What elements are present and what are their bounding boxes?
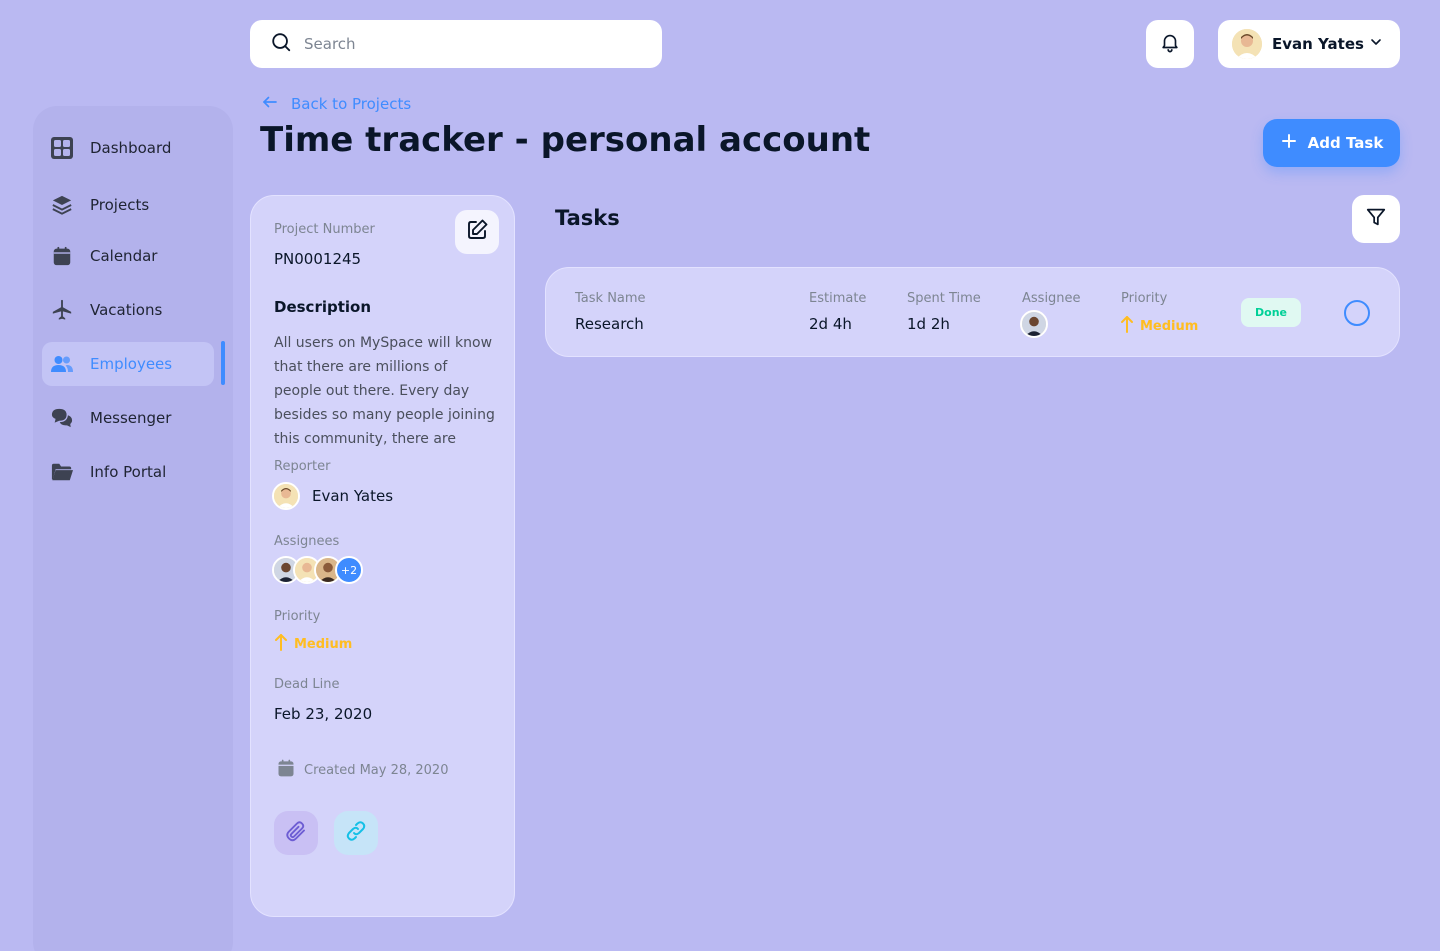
task-priority-text: Medium [1140,318,1199,334]
search-icon [270,31,292,57]
created-text: Created May 28, 2020 [304,762,449,778]
bell-icon [1159,31,1181,57]
notifications-button[interactable] [1146,20,1194,68]
reporter-label: Reporter [274,459,331,474]
sidebar-item-calendar[interactable]: Calendar [42,234,214,278]
priority-header: Priority [1121,291,1168,306]
arrow-up-icon [274,633,288,655]
reporter: Evan Yates [272,482,393,510]
calendar-icon [50,244,74,268]
assignees-more-badge[interactable]: +2 [335,556,363,584]
page-title: Time tracker - personal account [260,120,871,160]
tasks-title: Tasks [555,206,620,230]
search-bar[interactable] [250,20,662,68]
reporter-avatar [272,482,300,510]
edit-icon [465,218,489,246]
sidebar-item-dashboard[interactable]: Dashboard [42,126,214,170]
add-task-label: Add Task [1307,134,1384,152]
filter-icon [1365,206,1387,232]
estimate-value: 2d 4h [809,315,852,333]
description-text: All users on MySpace will know that ther… [274,335,495,447]
task-priority: Medium [1120,315,1198,337]
deadline-label: Dead Line [274,677,340,692]
task-name: Research [575,315,644,333]
airplane-icon [50,298,74,322]
link-icon [344,819,368,847]
task-complete-toggle[interactable] [1344,300,1370,326]
sidebar-item-employees[interactable]: Employees [42,342,214,386]
add-link-button[interactable] [334,811,378,855]
project-number-label: Project Number [274,222,375,237]
sidebar-item-label: Dashboard [90,139,172,157]
calendar-icon [276,758,296,782]
sidebar-item-info-portal[interactable]: Info Portal [42,450,214,494]
sidebar: Dashboard Projects Calendar Vacations Em… [33,106,233,951]
description-title: Description [274,298,372,316]
assignees-avatars: +2 [272,556,372,584]
users-icon [50,352,74,376]
back-link-label: Back to Projects [291,95,412,113]
sidebar-item-label: Calendar [90,247,158,265]
sidebar-item-label: Projects [90,196,150,214]
task-assignee-avatar [1020,310,1048,338]
spent-time-value: 1d 2h [907,315,950,333]
sidebar-item-label: Messenger [90,409,172,427]
assignee-header: Assignee [1022,291,1081,306]
estimate-header: Estimate [809,291,867,306]
chat-icon [50,406,74,430]
arrow-up-icon [1120,315,1134,337]
assignees-label: Assignees [274,534,340,549]
deadline-value: Feb 23, 2020 [274,705,373,723]
spent-time-header: Spent Time [907,291,981,306]
priority-label: Priority [274,609,321,624]
edit-button[interactable] [455,210,499,254]
profile-menu[interactable]: Evan Yates [1218,20,1400,68]
user-name: Evan Yates [1272,35,1364,53]
attach-file-button[interactable] [274,811,318,855]
user-avatar [1232,29,1262,59]
sidebar-item-vacations[interactable]: Vacations [42,288,214,332]
sidebar-item-label: Employees [90,355,173,373]
sidebar-item-label: Info Portal [90,463,167,481]
dashboard-icon [50,136,74,160]
priority-text: Medium [294,636,353,652]
filter-button[interactable] [1352,195,1400,243]
sidebar-item-projects[interactable]: Projects [42,183,214,227]
plus-icon [1280,132,1298,154]
task-row[interactable]: Task Name Research Estimate 2d 4h Spent … [545,267,1400,357]
description-container: All users on MySpace will know that ther… [274,331,496,457]
project-number-value: PN0001245 [274,250,362,268]
status-badge: Done [1241,298,1301,327]
chevron-down-icon [1368,34,1384,54]
task-name-header: Task Name [575,291,646,306]
search-input[interactable] [304,35,624,53]
paperclip-icon [284,819,308,847]
layers-icon [50,193,74,217]
sidebar-item-label: Vacations [90,301,163,319]
sidebar-item-messenger[interactable]: Messenger [42,396,214,440]
priority-value: Medium [274,633,352,655]
add-task-button[interactable]: Add Task [1263,119,1400,167]
back-to-projects-link[interactable]: Back to Projects [261,93,411,115]
active-indicator [221,341,225,385]
folder-icon [50,460,74,484]
reporter-name: Evan Yates [312,487,394,505]
created-date: Created May 28, 2020 [276,758,448,782]
arrow-left-icon [261,93,279,115]
